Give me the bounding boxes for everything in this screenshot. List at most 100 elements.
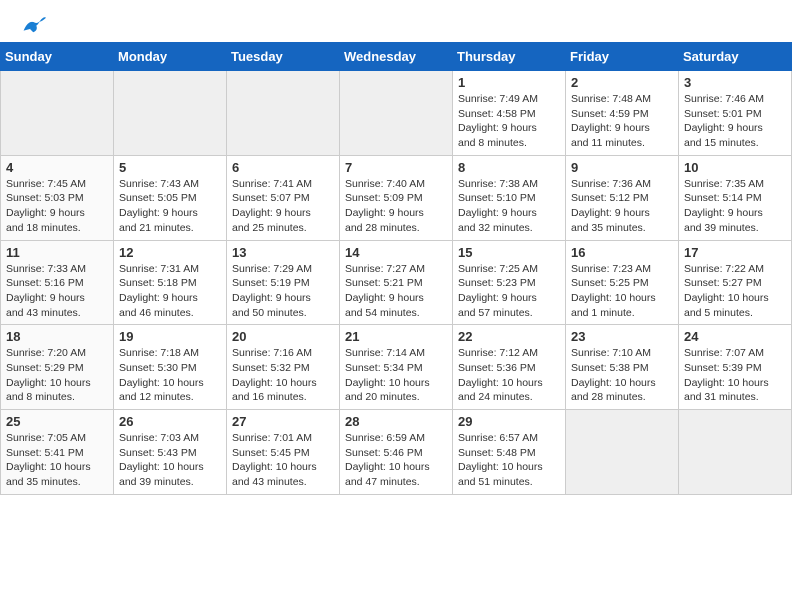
day-info: Sunrise: 7:16 AM Sunset: 5:32 PM Dayligh… <box>232 346 334 405</box>
calendar-cell: 25 Sunrise: 7:05 AM Sunset: 5:41 PM Dayli… <box>1 410 114 495</box>
day-info: Sunrise: 7:01 AM Sunset: 5:45 PM Dayligh… <box>232 431 334 490</box>
day-info: Sunrise: 7:29 AM Sunset: 5:19 PM Dayligh… <box>232 262 334 321</box>
column-header-monday: Monday <box>114 43 227 71</box>
bird-icon <box>22 16 46 34</box>
day-number: 29 <box>458 414 560 429</box>
day-info: Sunrise: 7:43 AM Sunset: 5:05 PM Dayligh… <box>119 177 221 236</box>
calendar-cell: 27 Sunrise: 7:01 AM Sunset: 5:45 PM Dayli… <box>227 410 340 495</box>
day-info: Sunrise: 7:18 AM Sunset: 5:30 PM Dayligh… <box>119 346 221 405</box>
day-info: Sunrise: 7:25 AM Sunset: 5:23 PM Dayligh… <box>458 262 560 321</box>
calendar-cell <box>566 410 679 495</box>
calendar-cell: 23Sunrise: 7:10 AM Sunset: 5:38 PM Dayli… <box>566 325 679 410</box>
calendar-cell <box>679 410 792 495</box>
day-number: 1 <box>458 75 560 90</box>
day-info: Sunrise: 6:59 AM Sunset: 5:46 PM Dayligh… <box>345 431 447 490</box>
column-header-tuesday: Tuesday <box>227 43 340 71</box>
calendar-cell: 22Sunrise: 7:12 AM Sunset: 5:36 PM Dayli… <box>453 325 566 410</box>
day-info: Sunrise: 7:40 AM Sunset: 5:09 PM Dayligh… <box>345 177 447 236</box>
column-header-friday: Friday <box>566 43 679 71</box>
day-info: Sunrise: 7:45 AM Sunset: 5:03 PM Dayligh… <box>6 177 108 236</box>
day-info: Sunrise: 7:27 AM Sunset: 5:21 PM Dayligh… <box>345 262 447 321</box>
day-number: 27 <box>232 414 334 429</box>
day-number: 22 <box>458 329 560 344</box>
calendar-cell: 16Sunrise: 7:23 AM Sunset: 5:25 PM Dayli… <box>566 240 679 325</box>
day-number: 3 <box>684 75 786 90</box>
day-number: 18 <box>6 329 108 344</box>
day-info: Sunrise: 7:33 AM Sunset: 5:16 PM Dayligh… <box>6 262 108 321</box>
calendar-cell: 18 Sunrise: 7:20 AM Sunset: 5:29 PM Dayli… <box>1 325 114 410</box>
calendar-cell: 12Sunrise: 7:31 AM Sunset: 5:18 PM Dayli… <box>114 240 227 325</box>
day-number: 12 <box>119 245 221 260</box>
day-number: 14 <box>345 245 447 260</box>
day-number: 19 <box>119 329 221 344</box>
calendar-cell <box>340 71 453 156</box>
calendar-cell: 26 Sunrise: 7:03 AM Sunset: 5:43 PM Dayli… <box>114 410 227 495</box>
calendar-header-row: SundayMondayTuesdayWednesdayThursdayFrid… <box>1 43 792 71</box>
calendar-cell <box>1 71 114 156</box>
day-info: Sunrise: 7:22 AM Sunset: 5:27 PM Dayligh… <box>684 262 786 321</box>
week-row-1: 1 Sunrise: 7:49 AM Sunset: 4:58 PM Daylig… <box>1 71 792 156</box>
day-info: Sunrise: 7:46 AM Sunset: 5:01 PM Dayligh… <box>684 92 786 151</box>
logo <box>20 18 46 34</box>
day-number: 6 <box>232 160 334 175</box>
calendar-cell: 10Sunrise: 7:35 AM Sunset: 5:14 PM Dayli… <box>679 155 792 240</box>
calendar-cell: 24 Sunrise: 7:07 AM Sunset: 5:39 PM Dayli… <box>679 325 792 410</box>
day-info: Sunrise: 7:03 AM Sunset: 5:43 PM Dayligh… <box>119 431 221 490</box>
column-header-wednesday: Wednesday <box>340 43 453 71</box>
day-number: 20 <box>232 329 334 344</box>
day-info: Sunrise: 7:36 AM Sunset: 5:12 PM Dayligh… <box>571 177 673 236</box>
week-row-3: 11 Sunrise: 7:33 AM Sunset: 5:16 PM Dayli… <box>1 240 792 325</box>
day-number: 2 <box>571 75 673 90</box>
day-number: 26 <box>119 414 221 429</box>
calendar-cell: 5 Sunrise: 7:43 AM Sunset: 5:05 PM Daylig… <box>114 155 227 240</box>
day-info: Sunrise: 7:41 AM Sunset: 5:07 PM Dayligh… <box>232 177 334 236</box>
calendar-table: SundayMondayTuesdayWednesdayThursdayFrid… <box>0 42 792 495</box>
day-number: 21 <box>345 329 447 344</box>
calendar-cell: 8Sunrise: 7:38 AM Sunset: 5:10 PM Daylig… <box>453 155 566 240</box>
day-info: Sunrise: 7:07 AM Sunset: 5:39 PM Dayligh… <box>684 346 786 405</box>
day-number: 17 <box>684 245 786 260</box>
day-number: 10 <box>684 160 786 175</box>
page-header <box>0 0 792 42</box>
day-info: Sunrise: 7:48 AM Sunset: 4:59 PM Dayligh… <box>571 92 673 151</box>
day-number: 5 <box>119 160 221 175</box>
calendar-cell: 14 Sunrise: 7:27 AM Sunset: 5:21 PM Dayli… <box>340 240 453 325</box>
day-info: Sunrise: 7:10 AM Sunset: 5:38 PM Dayligh… <box>571 346 673 405</box>
day-number: 13 <box>232 245 334 260</box>
calendar-cell: 7 Sunrise: 7:40 AM Sunset: 5:09 PM Daylig… <box>340 155 453 240</box>
calendar-cell: 13 Sunrise: 7:29 AM Sunset: 5:19 PM Dayli… <box>227 240 340 325</box>
day-info: Sunrise: 6:57 AM Sunset: 5:48 PM Dayligh… <box>458 431 560 490</box>
day-number: 24 <box>684 329 786 344</box>
day-info: Sunrise: 7:20 AM Sunset: 5:29 PM Dayligh… <box>6 346 108 405</box>
calendar-cell: 15 Sunrise: 7:25 AM Sunset: 5:23 PM Dayli… <box>453 240 566 325</box>
day-number: 7 <box>345 160 447 175</box>
day-info: Sunrise: 7:49 AM Sunset: 4:58 PM Dayligh… <box>458 92 560 151</box>
day-info: Sunrise: 7:23 AM Sunset: 5:25 PM Dayligh… <box>571 262 673 321</box>
day-number: 9 <box>571 160 673 175</box>
calendar-cell: 29 Sunrise: 6:57 AM Sunset: 5:48 PM Dayli… <box>453 410 566 495</box>
week-row-2: 4Sunrise: 7:45 AM Sunset: 5:03 PM Daylig… <box>1 155 792 240</box>
column-header-saturday: Saturday <box>679 43 792 71</box>
calendar-cell: 3 Sunrise: 7:46 AM Sunset: 5:01 PM Daylig… <box>679 71 792 156</box>
week-row-4: 18 Sunrise: 7:20 AM Sunset: 5:29 PM Dayli… <box>1 325 792 410</box>
day-number: 8 <box>458 160 560 175</box>
calendar-cell: 17 Sunrise: 7:22 AM Sunset: 5:27 PM Dayli… <box>679 240 792 325</box>
day-info: Sunrise: 7:05 AM Sunset: 5:41 PM Dayligh… <box>6 431 108 490</box>
day-number: 28 <box>345 414 447 429</box>
day-number: 25 <box>6 414 108 429</box>
calendar-cell: 21 Sunrise: 7:14 AM Sunset: 5:34 PM Dayli… <box>340 325 453 410</box>
calendar-cell: 28 Sunrise: 6:59 AM Sunset: 5:46 PM Dayli… <box>340 410 453 495</box>
week-row-5: 25 Sunrise: 7:05 AM Sunset: 5:41 PM Dayli… <box>1 410 792 495</box>
column-header-sunday: Sunday <box>1 43 114 71</box>
day-info: Sunrise: 7:14 AM Sunset: 5:34 PM Dayligh… <box>345 346 447 405</box>
calendar-cell <box>114 71 227 156</box>
calendar-cell: 1 Sunrise: 7:49 AM Sunset: 4:58 PM Daylig… <box>453 71 566 156</box>
day-number: 11 <box>6 245 108 260</box>
calendar-cell: 9 Sunrise: 7:36 AM Sunset: 5:12 PM Daylig… <box>566 155 679 240</box>
calendar-cell <box>227 71 340 156</box>
day-number: 15 <box>458 245 560 260</box>
calendar-cell: 20 Sunrise: 7:16 AM Sunset: 5:32 PM Dayli… <box>227 325 340 410</box>
calendar-cell: 11 Sunrise: 7:33 AM Sunset: 5:16 PM Dayli… <box>1 240 114 325</box>
calendar-cell: 19 Sunrise: 7:18 AM Sunset: 5:30 PM Dayli… <box>114 325 227 410</box>
calendar-cell: 6 Sunrise: 7:41 AM Sunset: 5:07 PM Daylig… <box>227 155 340 240</box>
